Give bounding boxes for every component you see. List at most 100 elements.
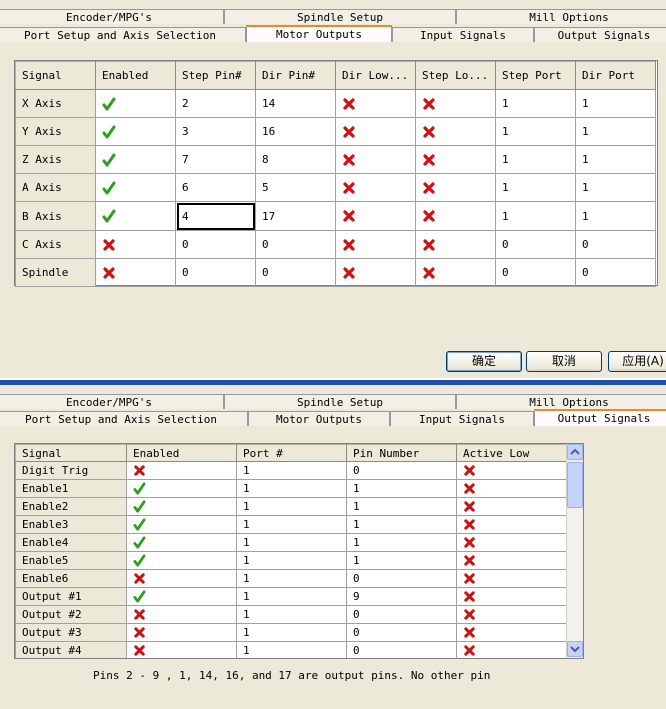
step-low-cell[interactable] — [415, 145, 496, 174]
dir-port-cell[interactable]: 0 — [575, 230, 656, 259]
active-low-cell[interactable] — [456, 623, 567, 642]
green-check-icon[interactable] — [102, 181, 116, 195]
red-x-icon[interactable] — [422, 238, 436, 252]
step-port-cell[interactable]: 1 — [495, 173, 576, 202]
active-low-cell[interactable] — [456, 587, 567, 606]
red-x-icon[interactable] — [133, 464, 146, 477]
dir-port-cell[interactable]: 1 — [575, 201, 656, 231]
red-x-icon[interactable] — [422, 266, 436, 280]
enabled-cell[interactable] — [95, 173, 176, 202]
column-header[interactable]: Signal — [15, 444, 127, 462]
step-low-cell[interactable] — [415, 117, 496, 146]
step-pin-cell[interactable]: 6 — [175, 173, 256, 202]
red-x-icon[interactable] — [463, 536, 476, 549]
port-cell[interactable]: 1 — [236, 587, 347, 606]
dir-pin-cell[interactable]: 17 — [255, 201, 336, 231]
step-pin-cell[interactable]: 3 — [175, 117, 256, 146]
column-header[interactable]: Enabled — [95, 61, 176, 90]
active-low-cell[interactable] — [456, 479, 567, 498]
port-cell[interactable]: 1 — [236, 605, 347, 624]
scroll-down-button[interactable] — [567, 641, 583, 657]
dir-pin-cell[interactable]: 0 — [255, 258, 336, 287]
port-cell[interactable]: 1 — [236, 641, 347, 658]
step-pin-cell[interactable]: 7 — [175, 145, 256, 174]
dir-low-cell[interactable] — [335, 145, 416, 174]
dir-low-cell[interactable] — [335, 258, 416, 287]
dir-low-cell[interactable] — [335, 117, 416, 146]
red-x-icon[interactable] — [463, 572, 476, 585]
column-header[interactable]: Dir Low... — [335, 61, 416, 90]
scroll-up-button[interactable] — [567, 444, 583, 460]
enabled-cell[interactable] — [126, 461, 237, 480]
port-cell[interactable]: 1 — [236, 461, 347, 480]
pin-number-cell[interactable]: 1 — [346, 479, 457, 498]
red-x-icon[interactable] — [463, 644, 476, 657]
pin-number-cell[interactable]: 0 — [346, 461, 457, 480]
tab-spindle-setup[interactable]: Spindle Setup — [224, 9, 456, 24]
active-low-cell[interactable] — [456, 497, 567, 516]
enabled-cell[interactable] — [126, 587, 237, 606]
red-x-icon[interactable] — [342, 266, 356, 280]
green-check-icon[interactable] — [102, 209, 116, 223]
dir-pin-cell[interactable]: 14 — [255, 89, 336, 118]
step-port-cell[interactable]: 1 — [495, 145, 576, 174]
tab-output-signals[interactable]: Output Signals — [534, 27, 666, 42]
port-cell[interactable]: 1 — [236, 515, 347, 534]
step-port-cell[interactable]: 0 — [495, 258, 576, 287]
green-check-icon[interactable] — [102, 125, 116, 139]
enabled-cell[interactable] — [126, 479, 237, 498]
tab-spindle-setup[interactable]: Spindle Setup — [224, 394, 456, 409]
step-pin-cell[interactable]: 2 — [175, 89, 256, 118]
active-low-cell[interactable] — [456, 605, 567, 624]
step-pin-cell[interactable]: 0 — [175, 230, 256, 259]
enabled-cell[interactable] — [126, 533, 237, 552]
enabled-cell[interactable] — [126, 623, 237, 642]
dir-port-cell[interactable]: 1 — [575, 145, 656, 174]
enabled-cell[interactable] — [126, 551, 237, 570]
tab-input-signals[interactable]: Input Signals — [390, 411, 534, 426]
pin-number-cell[interactable]: 0 — [346, 641, 457, 658]
tab-encoder-mpgs[interactable]: Encoder/MPG's — [0, 394, 224, 409]
red-x-icon[interactable] — [463, 590, 476, 603]
column-header[interactable]: Signal — [15, 61, 96, 90]
column-header[interactable]: Pin Number — [346, 444, 457, 462]
tab-motor-outputs[interactable]: Motor Outputs — [248, 411, 390, 426]
step-low-cell[interactable] — [415, 173, 496, 202]
red-x-icon[interactable] — [463, 500, 476, 513]
green-check-icon[interactable] — [102, 97, 116, 111]
pin-number-cell[interactable]: 1 — [346, 497, 457, 516]
port-cell[interactable]: 1 — [236, 569, 347, 588]
red-x-icon[interactable] — [102, 266, 116, 280]
port-cell[interactable]: 1 — [236, 623, 347, 642]
column-header[interactable]: Dir Port — [575, 61, 656, 90]
dir-port-cell[interactable]: 1 — [575, 117, 656, 146]
red-x-icon[interactable] — [102, 238, 116, 252]
step-low-cell[interactable] — [415, 230, 496, 259]
enabled-cell[interactable] — [126, 569, 237, 588]
step-low-cell[interactable] — [415, 89, 496, 118]
green-check-icon[interactable] — [133, 518, 146, 531]
column-header[interactable]: Port # — [236, 444, 347, 462]
red-x-icon[interactable] — [422, 181, 436, 195]
step-low-cell[interactable] — [415, 201, 496, 231]
enabled-cell[interactable] — [126, 641, 237, 658]
step-port-cell[interactable]: 1 — [495, 201, 576, 231]
red-x-icon[interactable] — [342, 153, 356, 167]
dir-low-cell[interactable] — [335, 201, 416, 231]
red-x-icon[interactable] — [133, 608, 146, 621]
red-x-icon[interactable] — [422, 125, 436, 139]
enabled-cell[interactable] — [95, 258, 176, 287]
red-x-icon[interactable] — [342, 97, 356, 111]
red-x-icon[interactable] — [342, 238, 356, 252]
tab-input-signals[interactable]: Input Signals — [392, 27, 534, 42]
step-pin-cell[interactable]: 0 — [175, 258, 256, 287]
column-header[interactable]: Step Lo... — [415, 61, 496, 90]
green-check-icon[interactable] — [133, 590, 146, 603]
dir-pin-cell[interactable]: 16 — [255, 117, 336, 146]
tab-mill-options[interactable]: Mill Options — [456, 394, 666, 409]
port-cell[interactable]: 1 — [236, 479, 347, 498]
pin-number-cell[interactable]: 9 — [346, 587, 457, 606]
red-x-icon[interactable] — [463, 554, 476, 567]
dir-pin-cell[interactable]: 5 — [255, 173, 336, 202]
tab-port-setup[interactable]: Port Setup and Axis Selection — [0, 411, 248, 426]
